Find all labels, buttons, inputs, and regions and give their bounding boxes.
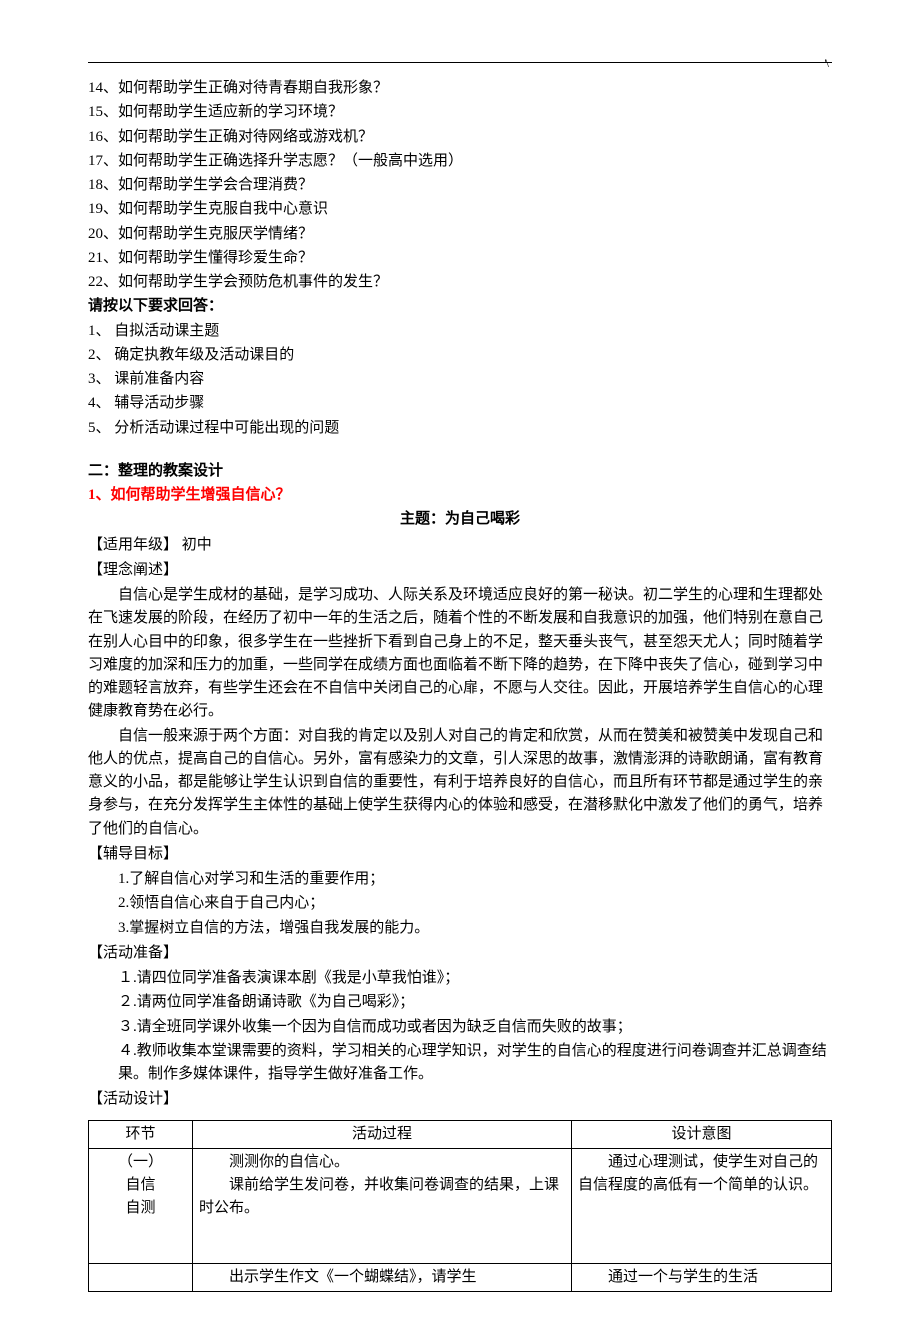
row1-intent-text: 通过心理测试，使学生对自己的自信程度的高低有一个简单的认识。: [578, 1151, 825, 1198]
row2-stage: [89, 1263, 193, 1291]
goal-3: 3.掌握树立自信的方法，增强自我发展的能力。: [118, 917, 832, 940]
row1-process-a: 测测你的自信心。: [199, 1151, 565, 1174]
idea-label: 【理念阐述】: [88, 559, 832, 582]
goal-2: 2.领悟自信心来自于自己内心；: [118, 892, 832, 915]
row2-process-text: 出示学生作文《一个蝴蝶结》，请学生: [199, 1266, 565, 1289]
question-20: 20、如何帮助学生克服厌学情绪？: [88, 223, 832, 246]
question-17: 17、如何帮助学生正确选择升学志愿？（一般高中选用）: [88, 150, 832, 173]
question-16: 16、如何帮助学生正确对待网络或游戏机？: [88, 126, 832, 149]
idea-paragraph-1: 自信心是学生成材的基础，是学习成功、人际关系及环境适应良好的第一秘诀。初二学生的…: [88, 584, 832, 724]
row1-intent: 通过心理测试，使学生对自己的自信程度的高低有一个简单的认识。: [571, 1148, 831, 1263]
row1-stage-c: 自测: [95, 1197, 186, 1220]
requirement-5: 5、 分析活动课过程中可能出现的问题: [88, 417, 832, 440]
corner-mark: '\: [825, 54, 829, 73]
top-rule: [88, 62, 832, 63]
th-process: 活动过程: [193, 1120, 572, 1148]
subject-line: 主题：为自己喝彩: [88, 508, 832, 531]
design-label: 【活动设计】: [88, 1088, 832, 1111]
requirement-2: 2、 确定执教年级及活动课目的: [88, 344, 832, 367]
requirement-1: 1、 自拟活动课主题: [88, 320, 832, 343]
prep-4: ４.教师收集本堂课需要的资料，学习相关的心理学知识，对学生的自信心的程度进行问卷…: [118, 1040, 832, 1087]
prep-1: １.请四位同学准备表演课本剧《我是小草我怕谁》；: [118, 967, 832, 990]
question-18: 18、如何帮助学生学会合理消费？: [88, 174, 832, 197]
question-21: 21、如何帮助学生懂得珍爱生命？: [88, 247, 832, 270]
requirement-3: 3、 课前准备内容: [88, 368, 832, 391]
row1-process-b: 课前给学生发问卷，并收集问卷调查的结果，上课时公布。: [199, 1174, 565, 1221]
table-header-row: 环节 活动过程 设计意图: [89, 1120, 832, 1148]
th-stage: 环节: [89, 1120, 193, 1148]
prep-2: ２.请两位同学准备朗诵诗歌《为自己喝彩》；: [118, 991, 832, 1014]
question-15: 15、如何帮助学生适应新的学习环境？: [88, 101, 832, 124]
table-row-2: 出示学生作文《一个蝴蝶结》，请学生 通过一个与学生的生活: [89, 1263, 832, 1291]
row1-process: 测测你的自信心。 课前给学生发问卷，并收集问卷调查的结果，上课时公布。: [193, 1148, 572, 1263]
prep-3: ３.请全班同学课外收集一个因为自信而成功或者因为缺乏自信而失败的故事；: [118, 1016, 832, 1039]
requirements-title: 请按以下要求回答：: [88, 295, 832, 318]
goal-1: 1.了解自信心对学习和生活的重要作用；: [118, 868, 832, 891]
row1-stage-b: 自信: [95, 1174, 186, 1197]
section-two-title: 二：整理的教案设计: [88, 460, 832, 483]
grade-label: 【适用年级】 初中: [88, 534, 832, 557]
row2-intent: 通过一个与学生的生活: [571, 1263, 831, 1291]
item-1-title: 1、如何帮助学生增强自信心？: [88, 484, 832, 507]
question-19: 19、如何帮助学生克服自我中心意识: [88, 198, 832, 221]
row2-process: 出示学生作文《一个蝴蝶结》，请学生: [193, 1263, 572, 1291]
row1-stage-a: （一）: [95, 1151, 186, 1174]
table-row-1: （一） 自信 自测 测测你的自信心。 课前给学生发问卷，并收集问卷调查的结果，上…: [89, 1148, 832, 1263]
activity-table: 环节 活动过程 设计意图 （一） 自信 自测 测测你的自信心。 课前给学生发问卷…: [88, 1120, 832, 1293]
idea-paragraph-2: 自信一般来源于两个方面：对自我的肯定以及别人对自己的肯定和欣赏，从而在赞美和被赞…: [88, 725, 832, 841]
prep-label: 【活动准备】: [88, 942, 832, 965]
row2-intent-text: 通过一个与学生的生活: [578, 1266, 825, 1289]
goal-label: 【辅导目标】: [88, 843, 832, 866]
row1-stage: （一） 自信 自测: [89, 1148, 193, 1263]
requirement-4: 4、 辅导活动步骤: [88, 392, 832, 415]
th-intent: 设计意图: [571, 1120, 831, 1148]
question-14: 14、如何帮助学生正确对待青春期自我形象？: [88, 77, 832, 100]
question-22: 22、如何帮助学生学会预防危机事件的发生？: [88, 271, 832, 294]
